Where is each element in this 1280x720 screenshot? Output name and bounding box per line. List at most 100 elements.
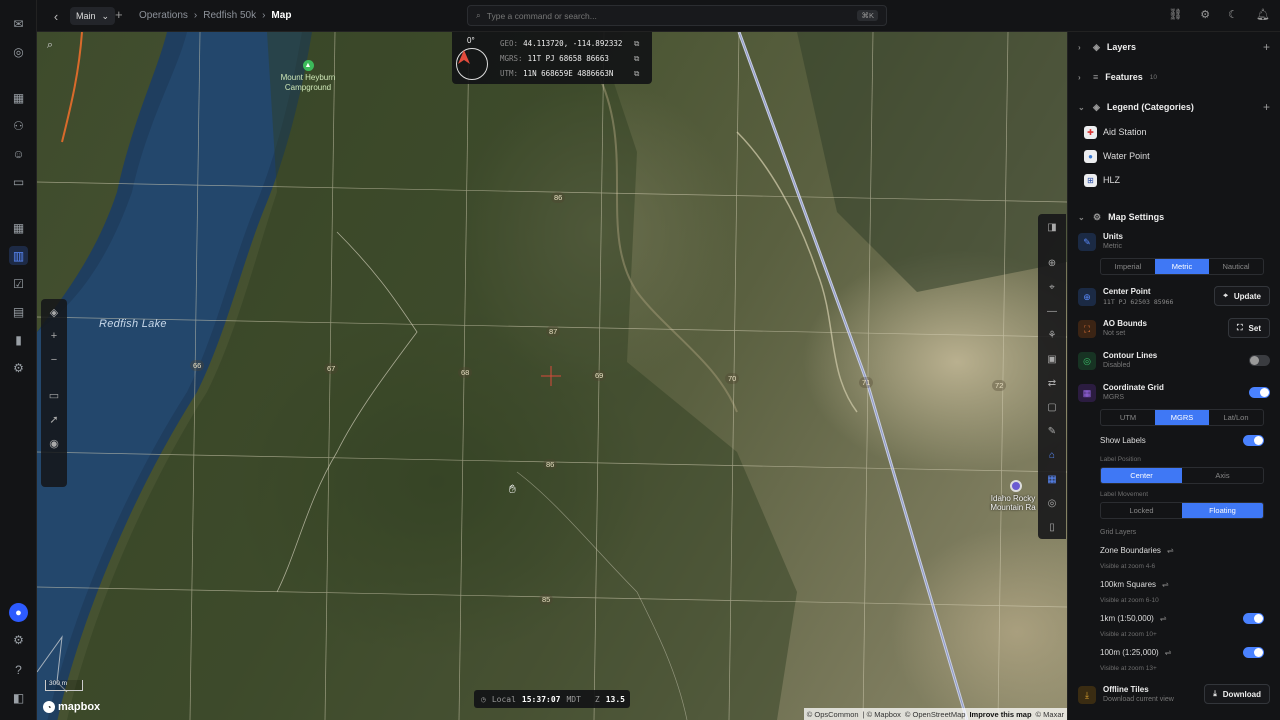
users-icon[interactable]: ☺	[9, 144, 28, 163]
show-labels-toggle[interactable]	[1243, 435, 1264, 446]
grid-layers-title: Grid Layers	[1100, 529, 1137, 536]
chevron-down-icon: ⌄	[1078, 212, 1085, 222]
target-icon[interactable]: ⊕	[1043, 254, 1061, 272]
command-search-input[interactable]: ⌕ Type a command or search... ⌘K	[467, 5, 887, 26]
features-section-header[interactable]: › ≡ Features 10	[1078, 69, 1270, 85]
broadcast-icon[interactable]: ◉	[45, 434, 63, 452]
line-icon[interactable]: —	[1043, 302, 1061, 320]
locate-icon[interactable]: ◈	[45, 303, 63, 321]
network-icon[interactable]: ⚘	[1043, 326, 1061, 344]
pin-icon[interactable]: ⌖	[1043, 278, 1061, 296]
user-plus-icon[interactable]: ⚇	[9, 116, 28, 135]
add-layer-icon[interactable]: +	[1263, 40, 1270, 54]
copy-icon[interactable]: ⧉	[634, 54, 639, 64]
units-metric[interactable]: Metric	[1155, 259, 1209, 274]
map-tools: ◈ + − ▭ ➚ ◉	[41, 299, 67, 487]
copy-icon[interactable]: ⧉	[634, 39, 639, 49]
gear-icon[interactable]: ⚙	[9, 630, 28, 649]
gear-icon[interactable]: ⚙	[1200, 8, 1210, 21]
calendar-icon[interactable]: ▤	[9, 302, 28, 321]
breadcrumb-operations[interactable]: Operations	[139, 10, 188, 21]
legend-item[interactable]: ✚ Aid Station	[1084, 124, 1147, 140]
help-icon[interactable]: ?	[9, 660, 28, 679]
comment-icon[interactable]: ▢	[1043, 398, 1061, 416]
campground-marker[interactable]: ▲ Mount Heyburn Campground	[273, 60, 343, 93]
coordinate-grid-toggle[interactable]	[1249, 387, 1270, 398]
attribution-maxar[interactable]: © Maxar	[1036, 710, 1064, 719]
label-movement-floating[interactable]: Floating	[1182, 503, 1263, 518]
chart-icon[interactable]: ▮	[9, 330, 28, 349]
style-icon[interactable]: ⇌	[1160, 614, 1167, 623]
grid-type-latlon[interactable]: Lat/Lon	[1209, 410, 1263, 425]
breadcrumb-project[interactable]: Redfish 50k	[203, 10, 256, 21]
style-icon[interactable]: ⇌	[1167, 546, 1174, 555]
settings-icon[interactable]: ⚙	[9, 358, 28, 377]
compass-icon[interactable]	[456, 48, 488, 80]
label-position-axis[interactable]: Axis	[1182, 468, 1263, 483]
units-nautical[interactable]: Nautical	[1209, 259, 1263, 274]
download-button[interactable]: ⤓ Download	[1204, 684, 1270, 704]
sidebar-toggle-icon[interactable]: ◧	[9, 688, 28, 707]
legend-section-header[interactable]: ⌄ ◈ Legend (Categories) +	[1078, 99, 1270, 115]
map-icon[interactable]: ▥	[9, 246, 28, 265]
contour-toggle[interactable]	[1249, 355, 1270, 366]
grid-type-mgrs[interactable]: MGRS	[1155, 410, 1209, 425]
set-button[interactable]: ⛶ Set	[1227, 318, 1270, 338]
tag-icon[interactable]: ⌂	[1043, 446, 1061, 464]
lake-label: Redfish Lake	[99, 318, 167, 330]
layers-icon[interactable]: ◎	[1043, 494, 1061, 512]
image-icon[interactable]: ▣	[1043, 350, 1061, 368]
route-icon[interactable]: ⇄	[1043, 374, 1061, 392]
add-tab-icon[interactable]: +	[115, 7, 123, 22]
attribution-mapbox[interactable]: | © Mapbox	[863, 710, 901, 719]
poi-marker-icon[interactable]	[1010, 480, 1022, 492]
update-button[interactable]: ⌖ Update	[1214, 286, 1270, 306]
breadcrumb: Operations › Redfish 50k › Map	[139, 10, 291, 21]
moon-icon[interactable]: ☾	[1228, 8, 1238, 21]
style-icon[interactable]: ⇌	[1162, 580, 1169, 589]
grid-type-utm[interactable]: UTM	[1101, 410, 1155, 425]
grid-table-icon[interactable]: ▦	[1043, 470, 1061, 488]
search-icon: ⌕	[476, 10, 481, 20]
apps-icon[interactable]: ▦	[9, 218, 28, 237]
style-icon[interactable]: ⇌	[1165, 648, 1172, 657]
bell-icon[interactable]: 🔔︎	[1256, 8, 1270, 21]
branch-select[interactable]: Main ⌄	[70, 7, 116, 25]
link-icon[interactable]: ⛓	[1168, 8, 1182, 21]
checklist-icon[interactable]: ☑	[9, 274, 28, 293]
grid-icon: ▦	[1078, 384, 1096, 402]
grid-icon[interactable]: ▦	[9, 88, 28, 107]
label-position-center[interactable]: Center	[1101, 468, 1182, 483]
folder-icon[interactable]: ▭	[9, 172, 28, 191]
map-search-icon[interactable]: ⌕	[41, 36, 59, 54]
book-icon[interactable]: ▯	[1043, 518, 1061, 536]
panel-toggle-icon[interactable]: ◨	[1043, 218, 1061, 236]
label-movement-locked[interactable]: Locked	[1101, 503, 1182, 518]
attribution-opscommon[interactable]: © OpsCommon	[807, 710, 859, 719]
zoom-in-icon[interactable]: +	[45, 327, 63, 345]
inbox-icon[interactable]: ✉	[9, 14, 28, 33]
units-imperial[interactable]: Imperial	[1101, 259, 1155, 274]
legend-item[interactable]: ⊞ HLZ	[1084, 172, 1120, 188]
add-category-icon[interactable]: +	[1263, 100, 1270, 114]
copy-icon[interactable]: ⧉	[634, 69, 639, 79]
map-settings-header[interactable]: ⌄ ⚙ Map Settings	[1078, 209, 1270, 225]
ao-bounds-setting: ⛶ AO Bounds Not set ⛶ Set	[1078, 317, 1270, 341]
legend-item[interactable]: ● Water Point	[1084, 148, 1150, 164]
avatar[interactable]: ●	[9, 603, 28, 622]
mapbox-logo-icon: ◔	[43, 701, 55, 713]
grid-label: 86	[551, 192, 566, 203]
globe-icon[interactable]: ◎	[9, 42, 28, 61]
grid-layer-toggle[interactable]	[1243, 647, 1264, 658]
attribution-osm[interactable]: © OpenStreetMap	[905, 710, 966, 719]
map-canvas[interactable]: Redfish Lake ▲ Mount Heyburn Campground …	[37, 32, 1067, 720]
zoom-out-icon[interactable]: −	[45, 351, 63, 369]
layers-section-header[interactable]: › ◈ Layers +	[1078, 39, 1270, 55]
ruler-icon[interactable]: ✎	[1043, 422, 1061, 440]
pointer-icon[interactable]: ➚	[45, 410, 63, 428]
back-chevron-icon[interactable]: ‹	[48, 8, 64, 24]
time-value: 15:37:07	[521, 694, 561, 704]
display-icon[interactable]: ▭	[45, 386, 63, 404]
improve-map-link[interactable]: Improve this map	[969, 710, 1031, 719]
grid-layer-toggle[interactable]	[1243, 613, 1264, 624]
